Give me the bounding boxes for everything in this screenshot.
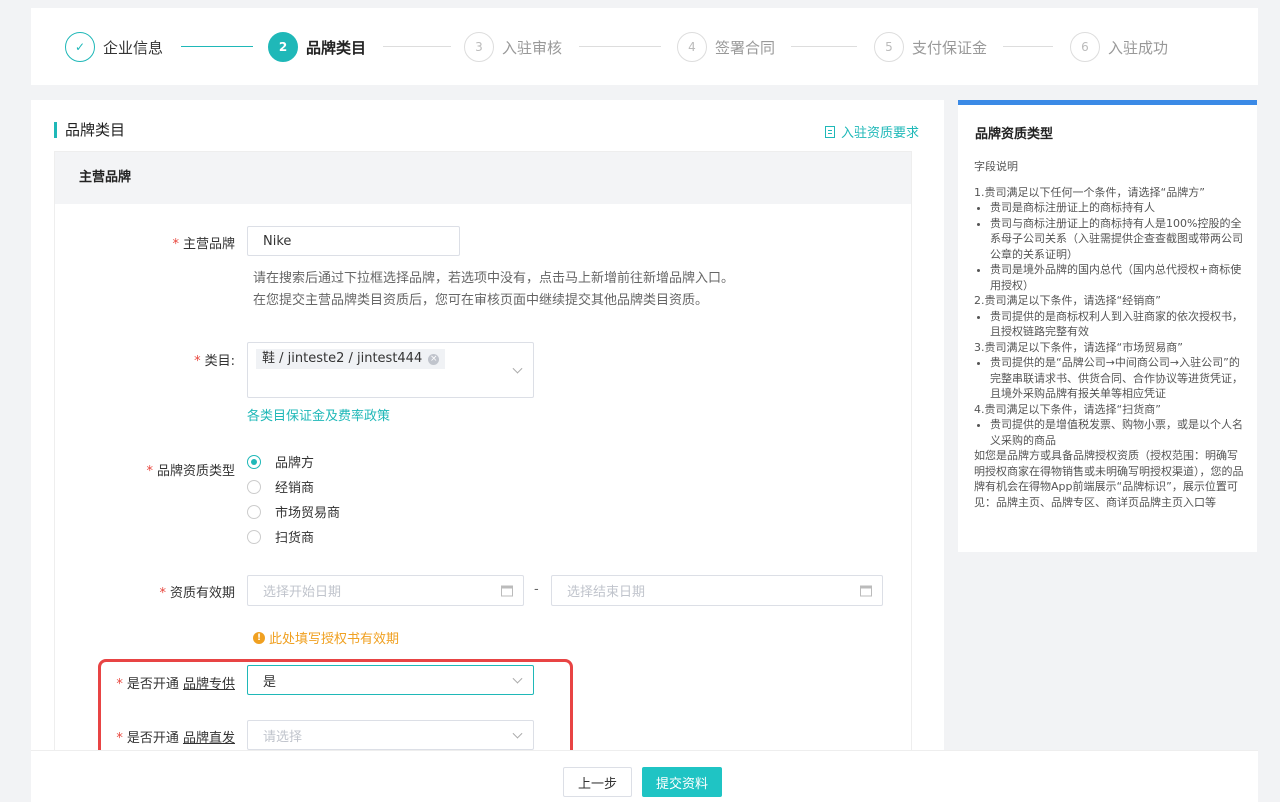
radio-icon [247, 529, 261, 544]
brand-category-panel: 品牌类目 入驻资质要求 主营品牌 * 主营品牌 Nike 请在搜索后通过下拉框选择… [31, 100, 944, 750]
step-label: 签署合同 [715, 38, 776, 57]
step-connector [181, 46, 253, 47]
step-review: 3 入驻审核 [464, 32, 562, 62]
step-number: 2 [268, 32, 298, 62]
category-select[interactable]: 鞋 / jinteste2 / jintest444 × [247, 342, 534, 398]
footer-bar: 上一步 提交资料 [31, 750, 1258, 802]
check-icon: ✓ [65, 32, 95, 62]
step-label: 品牌类目 [306, 38, 367, 57]
brand-hint: 请在搜索后通过下拉框选择品牌，若选项中没有，点击马上新增前往新增品牌入口。 在您… [253, 271, 735, 308]
radio-market-trader[interactable]: 市场贸易商 [247, 502, 340, 521]
step-contract: 4 签署合同 [677, 32, 775, 62]
brand-input[interactable]: Nike [247, 226, 460, 256]
section-title: 品牌类目 [54, 122, 125, 138]
qualification-help-panel: 品牌资质类型 字段说明 1.贵司满足以下任何一个条件，请选择“品牌方” 贵司是商… [958, 100, 1257, 552]
radio-brand-owner[interactable]: 品牌方 [247, 452, 314, 471]
qualification-label: * 品牌资质类型 [146, 464, 235, 479]
step-label: 企业信息 [103, 38, 164, 57]
date-separator: - [534, 582, 539, 597]
step-connector [1003, 46, 1053, 47]
category-tag: 鞋 / jinteste2 / jintest444 × [256, 349, 446, 369]
radio-checked-icon [247, 454, 261, 469]
close-icon[interactable]: × [428, 353, 440, 365]
warning-icon: ! [253, 631, 265, 644]
help-title: 品牌资质类型 [975, 127, 1054, 142]
validity-warning: ! 此处填写授权书有效期 [253, 628, 399, 647]
previous-step-button[interactable]: 上一步 [563, 767, 633, 797]
step-connector [791, 46, 857, 47]
step-label: 入驻成功 [1108, 38, 1169, 57]
step-number: 3 [464, 32, 494, 62]
end-date-input[interactable]: 选择结束日期 [551, 575, 883, 606]
category-label: * 类目: [194, 354, 235, 369]
progress-steps: ✓ 企业信息 2 品牌类目 3 入驻审核 4 签署合同 5 支付保证金 6 入驻… [31, 8, 1258, 85]
validity-label: * 资质有效期 [159, 586, 235, 601]
radio-icon [247, 479, 261, 494]
category-policy-link[interactable]: 各类目保证金及费率政策 [247, 405, 390, 424]
calendar-icon [860, 585, 872, 596]
calendar-icon [501, 585, 513, 596]
highlight-box [98, 659, 573, 761]
step-number: 6 [1070, 32, 1100, 62]
step-deposit: 5 支付保证金 [874, 32, 987, 62]
radio-icon [247, 504, 261, 519]
step-success: 6 入驻成功 [1070, 32, 1168, 62]
step-number: 4 [677, 32, 707, 62]
document-icon [824, 125, 835, 138]
step-connector [579, 46, 661, 47]
brand-label: * 主营品牌 [172, 237, 235, 252]
step-connector [383, 46, 451, 47]
step-company-info: ✓ 企业信息 [65, 32, 163, 62]
submit-button[interactable]: 提交资料 [642, 767, 723, 797]
help-body: 字段说明 1.贵司满足以下任何一个条件，请选择“品牌方” 贵司是商标注册证上的商… [974, 159, 1246, 510]
requirements-link[interactable]: 入驻资质要求 [824, 122, 919, 141]
step-brand-category: 2 品牌类目 [268, 32, 366, 62]
step-label: 入驻审核 [502, 38, 563, 57]
radio-distributor[interactable]: 经销商 [247, 477, 314, 496]
main-brand-box-title: 主营品牌 [55, 152, 911, 204]
start-date-input[interactable]: 选择开始日期 [247, 575, 524, 606]
radio-sweeper[interactable]: 扫货商 [247, 527, 314, 546]
chevron-down-icon [512, 363, 523, 374]
step-number: 5 [874, 32, 904, 62]
step-label: 支付保证金 [912, 38, 988, 57]
requirements-link-label: 入驻资质要求 [840, 126, 919, 141]
